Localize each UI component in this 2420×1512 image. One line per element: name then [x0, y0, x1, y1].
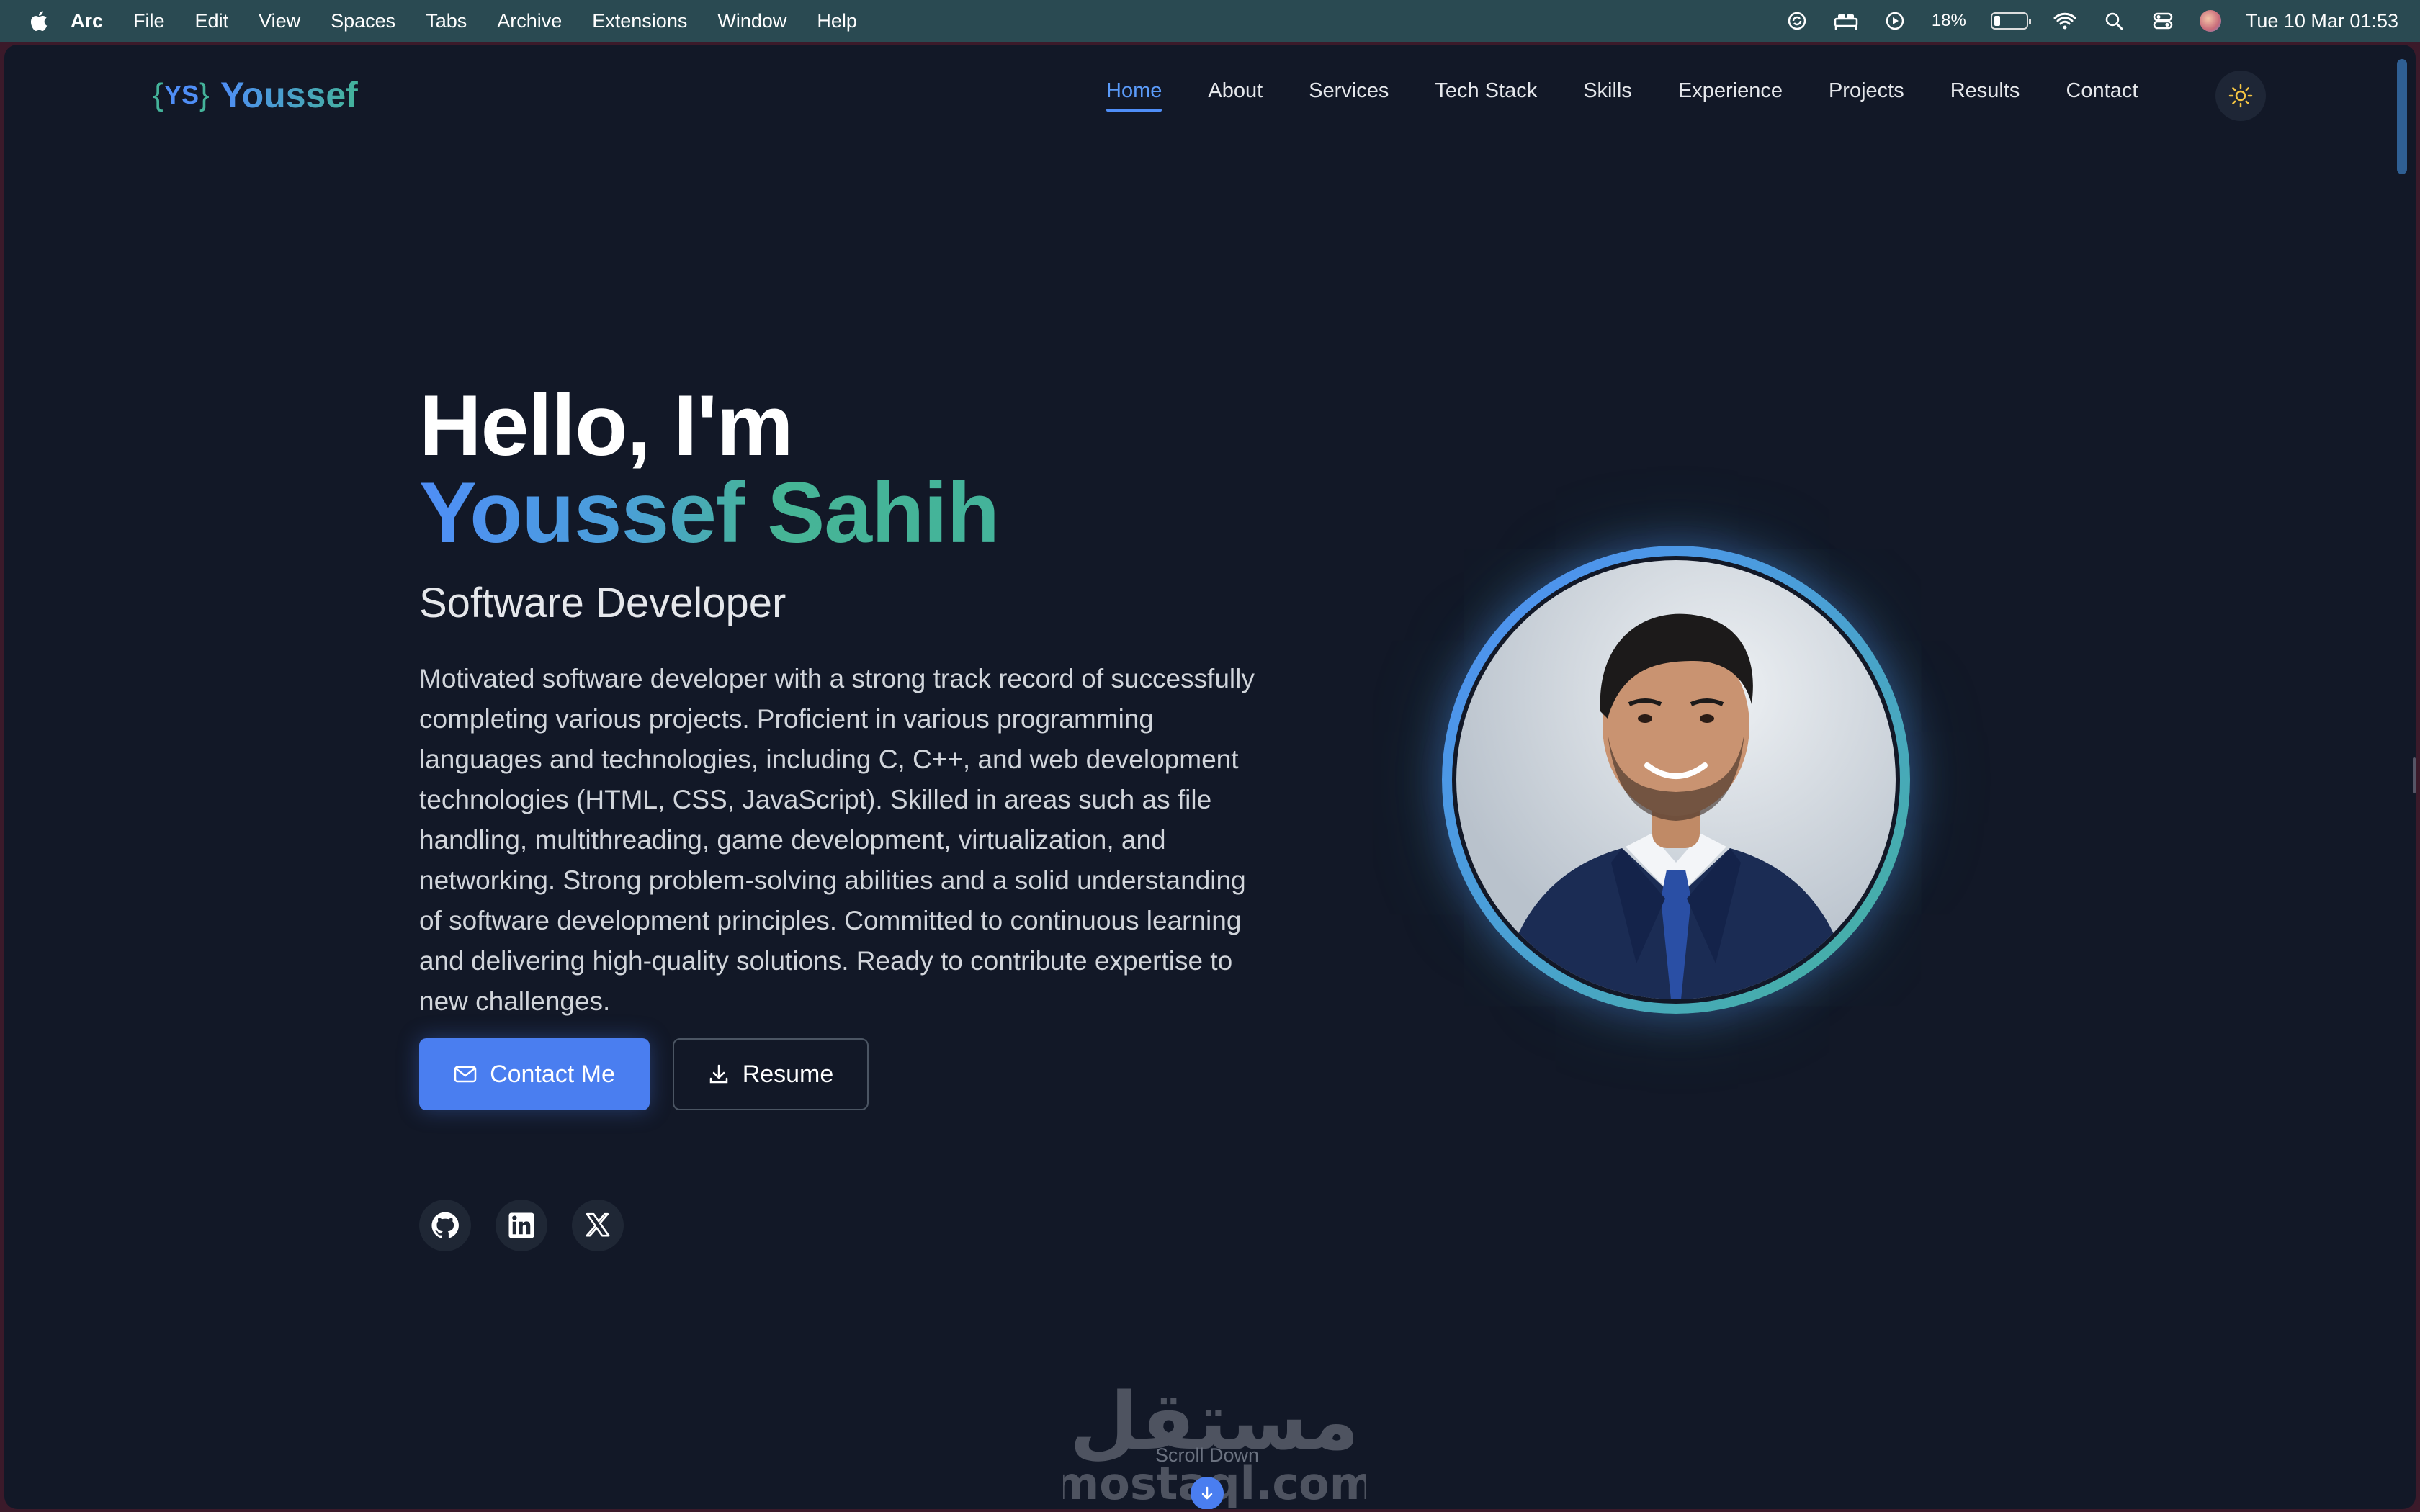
logo-text: Youssef — [220, 75, 358, 115]
social-links — [419, 1200, 624, 1251]
hero-name: Youssef Sahih — [419, 464, 1000, 561]
menu-edit[interactable]: Edit — [195, 10, 229, 32]
logo-mark-icon: { } YS — [153, 77, 210, 112]
bed-icon[interactable] — [1834, 9, 1858, 33]
nav-home[interactable]: Home — [1106, 79, 1162, 112]
nav-results[interactable]: Results — [1950, 79, 2020, 112]
nav-tech-stack[interactable]: Tech Stack — [1435, 79, 1537, 112]
svg-text:YS: YS — [164, 80, 199, 109]
nav-services[interactable]: Services — [1309, 79, 1389, 112]
nav-experience[interactable]: Experience — [1678, 79, 1783, 112]
x-link[interactable] — [572, 1200, 624, 1251]
main-nav: Home About Services Tech Stack Skills Ex… — [1106, 79, 2138, 112]
github-icon — [431, 1212, 459, 1238]
github-link[interactable] — [419, 1200, 471, 1251]
hero-greeting: Hello, I'm — [419, 377, 794, 474]
nav-skills[interactable]: Skills — [1583, 79, 1632, 112]
hero-actions: Contact Me Resume — [419, 1038, 869, 1110]
theme-toggle-button[interactable] — [2215, 71, 2266, 121]
status-tray: 18% Tue 10 Mar 01:53 — [1785, 0, 2398, 42]
menu-view[interactable]: View — [259, 10, 300, 32]
resume-button[interactable]: Resume — [673, 1038, 869, 1110]
battery-percent: 18% — [1931, 11, 1966, 30]
scroll-down-indicator[interactable]: Scroll Down — [1142, 1444, 1272, 1509]
profile-photo — [1456, 560, 1896, 999]
linkedin-link[interactable] — [496, 1200, 547, 1251]
menu-extensions[interactable]: Extensions — [592, 10, 687, 32]
nav-projects[interactable]: Projects — [1829, 79, 1904, 112]
battery-icon[interactable] — [1990, 12, 2031, 30]
person-illustration — [1500, 613, 1852, 999]
page-scrollbar-thumb[interactable] — [2397, 59, 2407, 174]
hero-bio: Motivated software developer with a stro… — [419, 664, 1255, 1016]
control-center-icon[interactable] — [2151, 9, 2175, 33]
sun-icon — [2228, 84, 2253, 108]
menu-file[interactable]: File — [133, 10, 165, 32]
menu-archive[interactable]: Archive — [497, 10, 562, 32]
svg-text:{: { — [153, 77, 163, 112]
wifi-icon[interactable] — [2053, 9, 2077, 33]
x-icon — [586, 1212, 610, 1237]
download-icon — [709, 1064, 727, 1084]
svg-text:}: } — [199, 77, 210, 112]
mail-icon — [454, 1066, 477, 1083]
resume-label: Resume — [742, 1060, 834, 1088]
hero-role: Software Developer — [419, 580, 786, 626]
menu-window[interactable]: Window — [717, 10, 786, 32]
siri-icon[interactable] — [2199, 10, 2221, 32]
menu-spaces[interactable]: Spaces — [331, 10, 395, 32]
menu-tabs[interactable]: Tabs — [426, 10, 467, 32]
menu-app-name[interactable]: Arc — [71, 10, 103, 32]
site-header: { } YS Youssef Home About Services Tech … — [4, 45, 2396, 153]
menu-help[interactable]: Help — [817, 10, 857, 32]
nav-about[interactable]: About — [1208, 79, 1263, 112]
window-edge-handle — [2413, 757, 2416, 793]
sync-icon[interactable] — [1785, 9, 1809, 33]
nav-contact[interactable]: Contact — [2066, 79, 2138, 112]
spotlight-search-icon[interactable] — [2102, 9, 2126, 33]
profile-photo-frame — [1442, 546, 1910, 1014]
play-icon[interactable] — [1883, 9, 1907, 33]
contact-me-label: Contact Me — [490, 1060, 615, 1088]
menubar-clock[interactable]: Tue 10 Mar 01:53 — [2246, 10, 2398, 32]
browser-window: { } YS Youssef Home About Services Tech … — [4, 45, 2416, 1509]
scroll-down-button[interactable] — [1191, 1477, 1224, 1509]
hero-section: Hello, I'm Youssef Sahih Software Develo… — [419, 377, 1269, 1022]
macos-menu-bar: Arc File Edit View Spaces Tabs Archive E… — [0, 0, 2420, 42]
arrow-down-icon — [1201, 1486, 1213, 1500]
contact-me-button[interactable]: Contact Me — [419, 1038, 650, 1110]
scroll-down-label: Scroll Down — [1155, 1444, 1260, 1466]
apple-logo-icon[interactable] — [27, 9, 49, 32]
site-logo[interactable]: { } YS Youssef — [153, 73, 358, 117]
linkedin-icon — [508, 1212, 534, 1238]
